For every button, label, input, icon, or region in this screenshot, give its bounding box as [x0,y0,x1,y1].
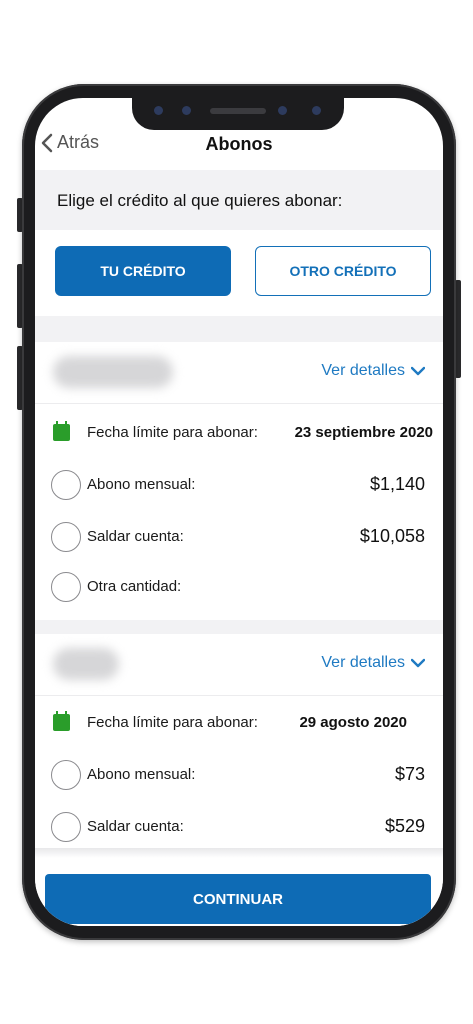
sensor-dot [154,106,163,115]
chevron-down-icon [411,366,425,376]
speaker-grille [210,108,266,114]
radio-button[interactable] [51,470,81,500]
payment-option-row[interactable]: Abono mensual: $1,140 [35,460,443,510]
option-label: Abono mensual: [87,476,196,493]
view-details-label: Ver detalles [321,362,405,379]
footer-bar: CONTINUAR [35,858,443,926]
calendar-icon [53,711,70,731]
app-screen: Atrás Abonos Elige el crédito al que qui… [35,98,443,926]
calendar-icon [53,421,70,441]
option-label: Otra cantidad: [87,578,182,595]
credit-card-header: Ver detalles [35,342,443,404]
deadline-label: Fecha límite para abonar: [87,424,258,441]
option-label: Abono mensual: [87,766,196,783]
chevron-down-icon [411,658,425,668]
tab-otro-credito[interactable]: OTRO CRÉDITO [255,246,431,296]
credit-card-header: Ver detalles [35,634,443,696]
option-amount: $10,058 [359,526,425,546]
payment-option-row[interactable]: Saldar cuenta: $529 [35,802,443,852]
sensor-dot [182,106,191,115]
deadline-row: Fecha límite para abonar: 23 septiembre … [35,408,443,458]
radio-button[interactable] [51,812,81,842]
redacted-credit-name [53,648,119,680]
option-label: Saldar cuenta: [87,818,184,835]
payment-option-row[interactable]: Otra cantidad: [35,562,443,612]
continue-button[interactable]: CONTINUAR [45,874,431,924]
nav-header: Atrás Abonos [35,128,443,168]
credit-card-2: Ver detalles Fecha límite para abonar: 2… [35,634,443,854]
phone-notch [132,98,344,130]
sensor-dot [278,106,287,115]
view-details-link[interactable]: Ver detalles [321,654,425,672]
payment-option-row[interactable]: Abono mensual: $73 [35,750,443,800]
option-amount: $73 [394,764,425,784]
view-details-link[interactable]: Ver detalles [321,362,425,380]
instruction-band: Elige el crédito al que quieres abonar: [35,170,443,230]
instruction-text: Elige el crédito al que quieres abonar: [57,191,343,210]
option-amount: $1,140 [369,474,425,494]
deadline-label: Fecha límite para abonar: [87,714,258,731]
page-title: Abonos [205,134,273,154]
deadline-date: 23 septiembre 2020 [294,424,433,441]
radio-button[interactable] [51,760,81,790]
view-details-label: Ver detalles [321,654,405,671]
deadline-row: Fecha límite para abonar: 29 agosto 2020 [35,698,443,748]
option-label: Saldar cuenta: [87,528,184,545]
tab-tu-credito[interactable]: TU CRÉDITO [55,246,231,296]
redacted-credit-name [53,356,173,388]
radio-button[interactable] [51,522,81,552]
credit-card-1: Ver detalles Fecha límite para abonar: 2… [35,342,443,620]
section-divider [35,620,443,634]
camera-dot [312,106,321,115]
section-divider [35,316,443,342]
radio-button[interactable] [51,572,81,602]
credit-selector: TU CRÉDITO OTRO CRÉDITO [35,230,443,316]
scroll-shadow [35,848,443,858]
option-amount: $529 [384,816,425,836]
deadline-date: 29 agosto 2020 [299,714,407,731]
payment-option-row[interactable]: Saldar cuenta: $10,058 [35,512,443,562]
